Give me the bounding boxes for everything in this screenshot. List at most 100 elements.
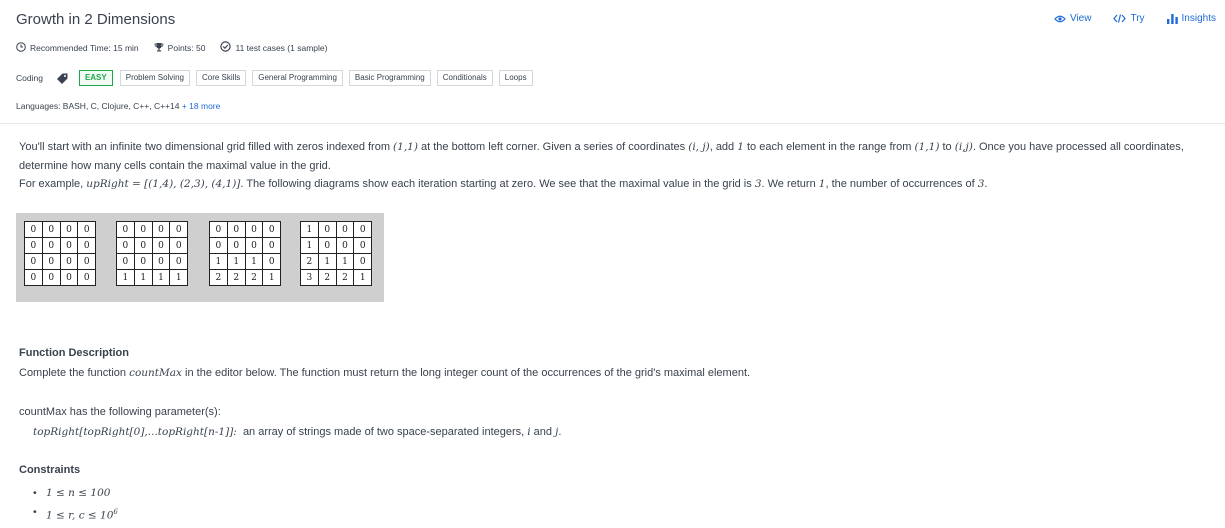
grid-cell: 1 [300, 221, 319, 238]
grid-cell: 0 [133, 221, 153, 238]
grid-cell: 0 [244, 221, 264, 238]
grid-iteration-1: 0000 0000 0000 1111 [116, 221, 189, 286]
tag-conditionals[interactable]: Conditionals [436, 70, 493, 86]
grid-cell: 0 [317, 221, 337, 238]
grid-cell: 0 [59, 269, 79, 286]
grid-cell: 1 [169, 269, 189, 286]
grid-cell: 2 [300, 253, 319, 270]
grid-cell: 1 [335, 253, 355, 270]
grid-row: 0000 [209, 237, 282, 254]
constraints-heading: Constraints [19, 464, 81, 476]
grid-cell: 0 [59, 253, 79, 270]
grid-iteration-3: 1000 1000 2110 3221 [300, 221, 373, 286]
grid-cell: 2 [244, 269, 264, 286]
grid-cell: 0 [353, 253, 373, 270]
grid-cell: 0 [244, 237, 264, 254]
tag-basic-programming[interactable]: Basic Programming [348, 70, 431, 86]
grid-cell: 0 [151, 237, 171, 254]
grid-cell: 0 [209, 221, 228, 238]
languages-text: Languages: BASH, C, Clojure, C++, C++14 [16, 101, 180, 111]
tag-core-skills[interactable]: Core Skills [195, 70, 247, 86]
more-languages-link[interactable]: + 18 more [182, 101, 221, 111]
grid-cell: 0 [59, 221, 79, 238]
tag-loops[interactable]: Loops [498, 70, 533, 86]
recommended-time: Recommended Time: 15 min [16, 41, 139, 54]
grid-cell: 0 [24, 221, 43, 238]
grid-row: 0000 [24, 237, 97, 254]
difficulty-badge: EASY [78, 70, 113, 86]
grid-cell: 0 [262, 237, 282, 254]
grid-row: 0000 [24, 221, 97, 238]
grid-cell: 2 [335, 269, 355, 286]
insights-button[interactable]: Insights [1166, 13, 1216, 24]
test-cases-text: 11 test cases (1 sample) [235, 42, 328, 53]
statement-paragraph-2: For example, upRight = [(1,4), (2,3), (4… [19, 178, 988, 190]
grid-cell: 1 [151, 269, 171, 286]
check-circle-icon [220, 41, 232, 54]
grid-iteration-2: 0000 0000 1110 2221 [209, 221, 282, 286]
grid-cell: 0 [116, 237, 135, 254]
grid-row: 0000 [116, 253, 189, 270]
header-actions: View Try Insights [1054, 13, 1216, 24]
constraints-list: 1 ≤ n ≤ 100 1 ≤ r, c ≤ 106 [33, 484, 118, 521]
grid-cell: 0 [353, 221, 373, 238]
grid-cell: 2 [209, 269, 228, 286]
eye-icon [1054, 15, 1066, 23]
grid-cell: 1 [353, 269, 373, 286]
grid-cell: 2 [226, 269, 246, 286]
grid-cell: 0 [151, 253, 171, 270]
grid-cell: 0 [41, 269, 61, 286]
grid-cell: 0 [41, 253, 61, 270]
view-button[interactable]: View [1054, 13, 1091, 24]
tag-problem-solving[interactable]: Problem Solving [119, 70, 190, 86]
constraint-n: 1 ≤ n ≤ 100 [33, 484, 118, 503]
insights-label: Insights [1181, 13, 1216, 24]
grid-row: 0000 [209, 221, 282, 238]
points: Points: 50 [154, 41, 206, 54]
grid-row: 3221 [300, 269, 373, 286]
grid-row: 1111 [116, 269, 189, 286]
grid-row: 0000 [24, 253, 97, 270]
trophy-icon [154, 42, 164, 54]
grid-cell: 0 [169, 253, 189, 270]
grid-row: 0000 [116, 221, 189, 238]
grid-cell: 1 [300, 237, 319, 254]
grid-cell: 0 [262, 221, 282, 238]
code-icon [1113, 14, 1127, 23]
grid-cell: 1 [244, 253, 264, 270]
recommended-time-text: Recommended Time: 15 min [30, 42, 139, 53]
tag-icon [56, 73, 68, 84]
grid-cell: 1 [209, 253, 228, 270]
grid-row: 0000 [24, 269, 97, 286]
grid-cell: 0 [262, 253, 282, 270]
page-title: Growth in 2 Dimensions [16, 11, 176, 28]
grid-cell: 0 [24, 237, 43, 254]
grid-cell: 1 [116, 269, 135, 286]
constraint-rc: 1 ≤ r, c ≤ 106 [33, 503, 118, 522]
grid-cell: 0 [77, 221, 97, 238]
grid-cell: 0 [77, 253, 97, 270]
grid-iteration-0: 0000 0000 0000 0000 [24, 221, 97, 286]
grid-cell: 0 [133, 253, 153, 270]
try-button[interactable]: Try [1113, 13, 1145, 24]
grid-row: 2221 [209, 269, 282, 286]
clock-icon [16, 41, 26, 54]
languages: Languages: BASH, C, Clojure, C++, C++14 … [16, 101, 220, 111]
bar-chart-icon [1166, 13, 1178, 24]
grid-cell: 0 [24, 269, 43, 286]
test-cases: 11 test cases (1 sample) [220, 41, 327, 54]
problem-statement: You'll start with an infinite two dimens… [19, 138, 1219, 194]
grid-cell: 0 [335, 237, 355, 254]
grid-cell: 1 [226, 253, 246, 270]
tag-general-programming[interactable]: General Programming [252, 70, 343, 86]
grid-row: 1110 [209, 253, 282, 270]
statement-paragraph-1: You'll start with an infinite two dimens… [19, 141, 1184, 172]
grid-cell: 0 [77, 269, 97, 286]
grid-row: 1000 [300, 221, 373, 238]
grid-cell: 0 [317, 237, 337, 254]
points-text: Points: 50 [167, 42, 206, 53]
challenge-meta: Recommended Time: 15 min Points: 50 11 t… [16, 41, 327, 54]
grid-row: 0000 [116, 237, 189, 254]
grid-cell: 0 [24, 253, 43, 270]
iteration-diagram: 0000 0000 0000 0000 0000 0000 0000 1111 … [16, 213, 384, 302]
